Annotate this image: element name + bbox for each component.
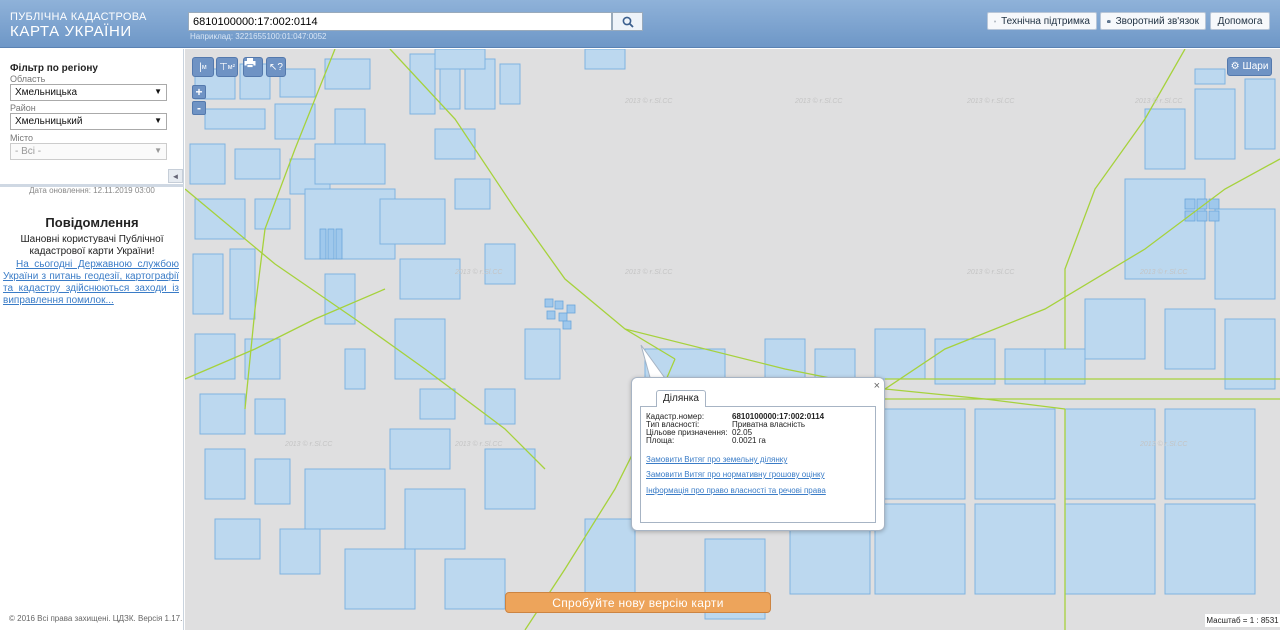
info-value: 0.0021 га (732, 436, 766, 445)
info-pointer-button[interactable]: ↖? (266, 57, 286, 77)
chevron-down-icon: ▼ (154, 87, 162, 96)
region-label: Область (10, 74, 46, 84)
feedback-label: Зворотний зв'язок (1115, 15, 1199, 27)
city-select-value: - Всі - (15, 146, 42, 157)
district-select-value: Хмельницький (15, 116, 83, 127)
search-icon (622, 16, 634, 28)
try-new-version-button[interactable]: Спробуйте нову версію карти (505, 592, 771, 613)
notice-link[interactable]: На сьогодні Державною службою України з … (3, 259, 179, 307)
update-date: Дата оновлення: 12.11.2019 03:00 (29, 186, 155, 195)
cadastral-map[interactable]: 2013 © ғ.Sl.CC 2013 © ғ.Sl.CC 2013 © ғ.S… (185, 49, 1280, 630)
measure-area-button[interactable]: ⊤ м² (216, 57, 238, 77)
watermark: 2013 © ғ.Sl.CC (455, 269, 503, 276)
help-label: Допомога (1217, 15, 1263, 27)
layers-button[interactable]: ⚙ Шари (1227, 57, 1272, 76)
envelope-icon (1107, 19, 1111, 23)
city-label: Місто (10, 133, 34, 143)
collapse-sidebar-button[interactable]: ◄ (168, 169, 183, 183)
parcel-info-popup: × Ділянка Кадастр.номер: 6810100000:17:00… (631, 377, 885, 531)
chevron-down-icon: ▼ (154, 116, 162, 125)
zoom-out-button[interactable]: - (192, 101, 206, 115)
watermark: 2013 © ғ.Sl.CC (1140, 441, 1188, 448)
measure-distance-button[interactable]: | м (192, 57, 214, 77)
technical-support-label: Технічна підтримка (1001, 15, 1090, 27)
technical-support-button[interactable]: Технічна підтримка (987, 12, 1097, 30)
search-button[interactable] (612, 12, 643, 31)
watermark: 2013 © ғ.Sl.CC (455, 441, 503, 448)
info-key: Площа: (646, 436, 675, 445)
site-logo[interactable]: ПУБЛІЧНА КАДАСТРОВА КАРТА УКРАЇНИ (10, 11, 147, 41)
watermark: 2013 © ғ.Sl.CC (967, 269, 1015, 276)
print-button[interactable] (243, 57, 263, 77)
logo-line-2: КАРТА УКРАЇНИ (10, 23, 132, 40)
watermark: 2013 © ғ.Sl.CC (1140, 269, 1188, 276)
close-icon[interactable]: × (874, 380, 880, 392)
cadastral-search-input[interactable] (188, 12, 612, 31)
search-box: Наприклад: 3221655100:01:047:0052 (188, 12, 643, 41)
layers-label: Шари (1242, 61, 1269, 72)
district-label: Район (10, 103, 36, 113)
logo-line-1: ПУБЛІЧНА КАДАСТРОВА (10, 11, 147, 23)
watermark: 2013 © ғ.Sl.CC (795, 98, 843, 105)
help-button[interactable]: Допомога (1210, 12, 1270, 30)
city-select[interactable]: - Всі - ▼ (10, 143, 167, 160)
printer-icon (244, 58, 256, 68)
watermark: 2013 © ғ.Sl.CC (285, 441, 333, 448)
tab-parcel[interactable]: Ділянка (656, 390, 706, 407)
district-select[interactable]: Хмельницький ▼ (10, 113, 167, 130)
search-hint: Наприклад: 3221655100:01:047:0052 (190, 32, 327, 41)
popup-body: Кадастр.номер: 6810100000:17:002:0114 Тип… (640, 406, 876, 523)
tools-icon (994, 20, 996, 22)
order-land-extract-link[interactable]: Замовити Витяг про земельну ділянку (646, 455, 787, 464)
map-scale: Масштаб = 1 : 8531 (1205, 614, 1280, 627)
zoom-in-button[interactable]: + (192, 85, 206, 99)
watermark: 2013 © ғ.Sl.CC (625, 269, 673, 276)
area-icon: ⊤ (219, 61, 228, 73)
copyright: © 2016 Всі права захищені. ЦДЗК. Версія … (9, 614, 183, 623)
chevron-left-icon: ◄ (171, 171, 180, 181)
info-row: Площа: 0.0021 га (646, 436, 766, 445)
gear-icon: ⚙ (1230, 61, 1240, 72)
sidebar: Фільтр по регіону Область Хмельницька ▼ … (0, 49, 184, 630)
pointer-help-icon: ↖? (269, 61, 283, 73)
watermark: 2013 © ғ.Sl.CC (967, 98, 1015, 105)
feedback-button[interactable]: Зворотний зв'язок (1100, 12, 1206, 30)
chevron-down-icon: ▼ (154, 146, 162, 155)
map-canvas[interactable] (185, 49, 1280, 630)
notice-greeting: Шановні користувачі Публічної кадастрово… (20, 234, 164, 257)
region-select-value: Хмельницька (15, 87, 78, 98)
watermark: 2013 © ғ.Sl.CC (625, 98, 673, 105)
region-select[interactable]: Хмельницька ▼ (10, 84, 167, 101)
region-filter-title: Фільтр по регіону (10, 63, 98, 74)
top-header: ПУБЛІЧНА КАДАСТРОВА КАРТА УКРАЇНИ Наприк… (0, 0, 1280, 48)
order-valuation-extract-link[interactable]: Замовити Витяг про нормативну грошову оц… (646, 470, 825, 479)
ownership-info-link[interactable]: Інформація про право власності та речові… (646, 486, 826, 495)
watermark: 2013 © ғ.Sl.CC (1135, 98, 1183, 105)
notice-title: Повідомлення (45, 215, 139, 230)
